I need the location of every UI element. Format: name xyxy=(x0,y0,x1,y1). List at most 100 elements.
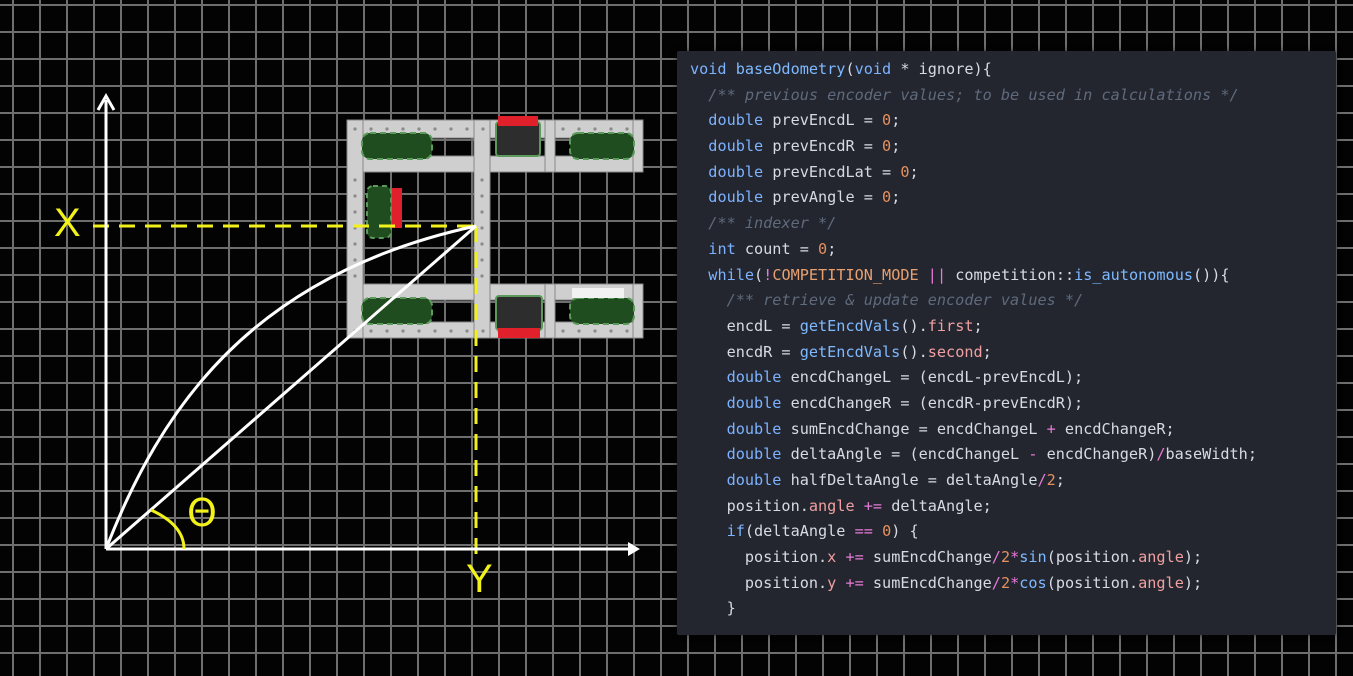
code-token: double xyxy=(726,471,791,489)
code-token: angle xyxy=(1138,573,1184,592)
code-token: baseWidth; xyxy=(1165,445,1257,464)
code-token: sumEncdChange xyxy=(863,548,992,567)
code-token: prevAngle = xyxy=(772,188,883,207)
code-token: (). xyxy=(900,316,928,335)
code-token: /** retrieve & update encoder values */ xyxy=(726,291,1084,310)
odometry-diagram: X Y Θ xyxy=(54,92,644,601)
code-token: ; xyxy=(891,111,901,130)
code-line: position.y += sumEncdChange/2*cos(positi… xyxy=(690,571,1336,597)
video-frame: X Y Θ void baseOdometry(void * ignore){ … xyxy=(0,0,1353,676)
code-token: encdChangeR = (encdR-prevEncdR); xyxy=(790,393,1084,412)
wheel-front-left xyxy=(361,132,433,160)
code-token: encdChangeR) xyxy=(1037,445,1157,464)
code-line: double prevAngle = 0; xyxy=(690,185,1336,211)
code-token: while xyxy=(708,265,755,284)
chord-line xyxy=(105,224,477,551)
code-token: void xyxy=(690,60,736,78)
code-line: position.x += sumEncdChange/2*sin(positi… xyxy=(690,545,1336,571)
code-line: double sumEncdChange = encdChangeL + enc… xyxy=(690,417,1336,443)
code-token: position. xyxy=(690,548,828,567)
code-line: if(deltaAngle == 0) { xyxy=(690,519,1336,545)
code-token: 2 xyxy=(1000,548,1011,567)
code-token: / xyxy=(991,548,1001,567)
code-token: position. xyxy=(690,496,809,515)
code-token: * ignore){ xyxy=(891,60,992,78)
code-token: prevEncdR = xyxy=(772,137,883,156)
code-token: competition:: xyxy=(946,265,1075,284)
tracking-wheel-lateral xyxy=(366,185,402,239)
bracket-white xyxy=(572,288,624,298)
code-line: encdL = getEncdVals().first; xyxy=(690,314,1336,340)
code-token: += xyxy=(845,573,864,592)
code-token: angle xyxy=(1138,548,1184,567)
wheel-front-right xyxy=(569,132,635,160)
code-line: double halfDeltaAngle = deltaAngle/2; xyxy=(690,468,1336,494)
code-token: || xyxy=(927,265,947,284)
code-token: } xyxy=(690,599,736,618)
code-token: double xyxy=(726,393,791,412)
horizontal-axis-arrow-icon xyxy=(628,542,640,556)
code-line: void baseOdometry(void * ignore){ xyxy=(690,57,1336,83)
code-line: double encdChangeL = (encdL-prevEncdL); xyxy=(690,365,1336,391)
code-token: double xyxy=(708,137,773,156)
code-token: void xyxy=(854,60,892,78)
code-line: /** indexer */ xyxy=(690,211,1336,237)
code-token: /** previous encoder values; to be used … xyxy=(708,85,1239,104)
code-token: ) { xyxy=(891,522,919,541)
code-token: encdL = xyxy=(690,316,800,335)
code-token: 0 xyxy=(882,111,892,130)
code-token: 2 xyxy=(1046,471,1056,489)
code-block: void baseOdometry(void * ignore){ /** pr… xyxy=(677,51,1336,622)
code-line: double prevEncdL = 0; xyxy=(690,108,1336,134)
code-token: baseOdometry xyxy=(735,60,846,78)
code-token: / xyxy=(991,573,1001,592)
code-token: double xyxy=(708,188,773,207)
code-token: (position. xyxy=(1046,548,1139,567)
code-token: encdR = xyxy=(690,342,800,361)
motor-front xyxy=(495,116,541,157)
code-token: double xyxy=(708,162,773,181)
code-token: cos xyxy=(1019,573,1047,592)
code-line: int count = 0; xyxy=(690,237,1336,263)
code-line: position.angle += deltaAngle; xyxy=(690,494,1336,520)
code-token: sumEncdChange xyxy=(863,573,992,592)
code-token: - xyxy=(1028,445,1038,464)
code-line: while(!COMPETITION_MODE || competition::… xyxy=(690,263,1336,289)
code-token: (position. xyxy=(1046,573,1139,592)
code-token: * xyxy=(1010,573,1020,592)
code-token: + xyxy=(1046,419,1056,438)
code-token: if xyxy=(726,522,745,541)
code-line: encdR = getEncdVals().second; xyxy=(690,340,1336,366)
code-token: ; xyxy=(891,188,901,207)
code-token: deltaAngle; xyxy=(882,496,992,515)
code-token: prevEncdL = xyxy=(772,111,883,130)
code-token: ( xyxy=(845,60,855,78)
code-token: double xyxy=(708,111,773,130)
code-token: 2 xyxy=(1000,573,1011,592)
theta-angle-arc xyxy=(150,508,186,550)
code-token: ; xyxy=(982,342,992,361)
code-token: ! xyxy=(763,265,773,284)
code-token: 0 xyxy=(818,239,828,258)
code-token: double xyxy=(726,445,791,464)
wheel-rear-right xyxy=(569,297,635,325)
code-token: COMPETITION_MODE xyxy=(772,265,919,284)
code-token: += xyxy=(863,496,883,515)
code-token: int xyxy=(708,239,745,258)
code-token: * xyxy=(1010,548,1020,567)
code-token: prevEncdLat = xyxy=(772,162,901,181)
code-token: 0 xyxy=(882,522,892,541)
code-token: first xyxy=(927,316,974,335)
